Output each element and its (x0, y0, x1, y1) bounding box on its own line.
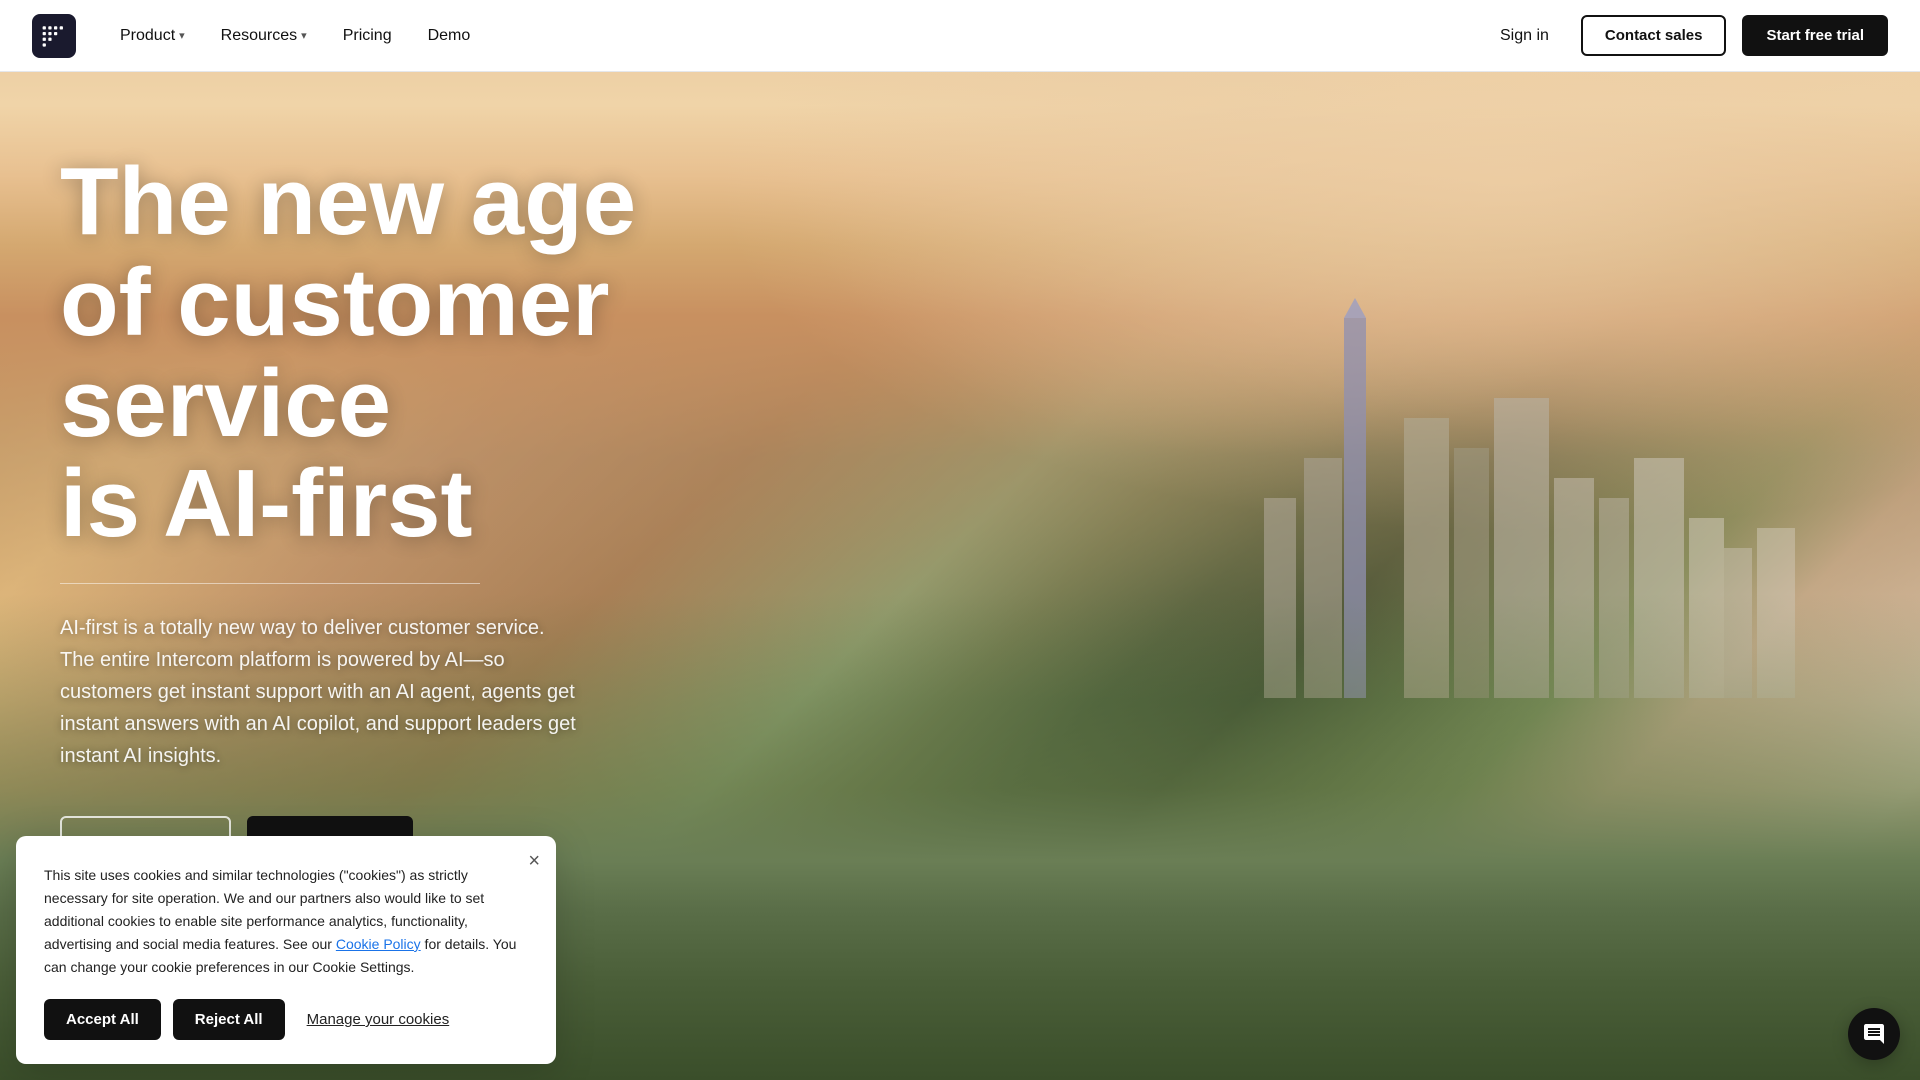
hero-text-block: The new age of customer service is AI-fi… (60, 152, 840, 872)
accept-all-button[interactable]: Accept All (44, 999, 161, 1040)
nav-right: Sign in Contact sales Start free trial (1484, 15, 1888, 56)
cookie-text: This site uses cookies and similar techn… (44, 864, 528, 979)
product-chevron-icon: ▾ (179, 29, 185, 42)
hero-subtitle: AI-first is a totally new way to deliver… (60, 612, 580, 772)
chat-bubble-button[interactable] (1848, 1008, 1900, 1060)
contact-sales-button[interactable]: Contact sales (1581, 15, 1727, 56)
cookie-banner: × This site uses cookies and similar tec… (16, 836, 556, 1064)
cookie-close-button[interactable]: × (528, 850, 540, 873)
reject-all-button[interactable]: Reject All (173, 999, 285, 1040)
nav-demo[interactable]: Demo (412, 19, 487, 53)
nav-pricing[interactable]: Pricing (327, 19, 408, 53)
hero-divider (60, 583, 480, 584)
nav-product[interactable]: Product ▾ (104, 19, 201, 53)
nav-links: Product ▾ Resources ▾ Pricing Demo (104, 19, 1484, 53)
manage-cookies-button[interactable]: Manage your cookies (297, 999, 460, 1040)
signin-link[interactable]: Sign in (1484, 19, 1565, 53)
cookie-buttons: Accept All Reject All Manage your cookie… (44, 999, 528, 1040)
chat-icon (1862, 1022, 1886, 1046)
start-trial-button-nav[interactable]: Start free trial (1742, 15, 1888, 56)
cookie-policy-link[interactable]: Cookie Policy (336, 936, 421, 952)
nav-resources[interactable]: Resources ▾ (205, 19, 323, 53)
hero-title: The new age of customer service is AI-fi… (60, 152, 840, 555)
logo[interactable] (32, 14, 76, 58)
logo-icon (41, 23, 67, 49)
resources-chevron-icon: ▾ (301, 29, 307, 42)
navigation: Product ▾ Resources ▾ Pricing Demo Sign … (0, 0, 1920, 72)
